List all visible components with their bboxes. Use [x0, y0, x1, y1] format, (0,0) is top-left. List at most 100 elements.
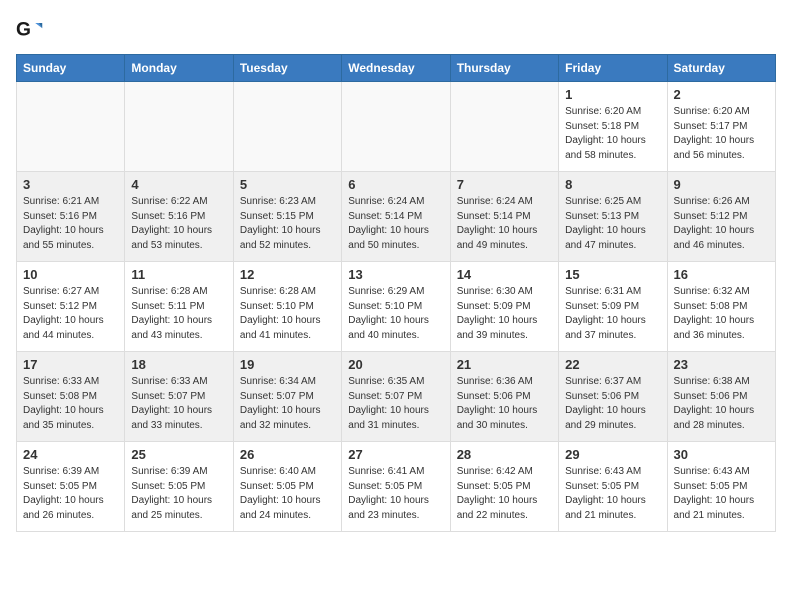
page-header: G	[16, 16, 776, 44]
calendar-cell	[450, 82, 558, 172]
calendar-cell: 22Sunrise: 6:37 AM Sunset: 5:06 PM Dayli…	[559, 352, 667, 442]
day-number: 27	[348, 447, 443, 462]
day-info: Sunrise: 6:24 AM Sunset: 5:14 PM Dayligh…	[348, 195, 443, 253]
calendar-week-3: 10 Sunrise: 6:27 AM Sunset: 5:12 PM Dayli…	[17, 262, 776, 352]
day-info: Sunrise: 6:21 AM Sunset: 5:16 PM Dayligh…	[23, 195, 118, 253]
day-number: 6	[348, 177, 443, 192]
calendar-cell: 17 Sunrise: 6:33 AM Sunset: 5:08 PM Dayli…	[17, 352, 125, 442]
calendar-cell: 5 Sunrise: 6:23 AM Sunset: 5:15 PM Daylig…	[233, 172, 341, 262]
calendar-cell: 10 Sunrise: 6:27 AM Sunset: 5:12 PM Dayli…	[17, 262, 125, 352]
day-info: Sunrise: 6:35 AM Sunset: 5:07 PM Dayligh…	[348, 375, 443, 433]
day-info: Sunrise: 6:28 AM Sunset: 5:10 PM Dayligh…	[240, 285, 335, 343]
day-info: Sunrise: 6:40 AM Sunset: 5:05 PM Dayligh…	[240, 465, 335, 523]
calendar-cell: 3Sunrise: 6:21 AM Sunset: 5:16 PM Daylig…	[17, 172, 125, 262]
day-number: 23	[674, 357, 769, 372]
day-info: Sunrise: 6:26 AM Sunset: 5:12 PM Dayligh…	[674, 195, 769, 253]
calendar-cell: 6 Sunrise: 6:24 AM Sunset: 5:14 PM Daylig…	[342, 172, 450, 262]
calendar-cell: 14 Sunrise: 6:30 AM Sunset: 5:09 PM Dayli…	[450, 262, 558, 352]
day-number: 5	[240, 177, 335, 192]
calendar-cell: 18 Sunrise: 6:33 AM Sunset: 5:07 PM Dayli…	[125, 352, 233, 442]
day-info: Sunrise: 6:43 AM Sunset: 5:05 PM Dayligh…	[565, 465, 660, 523]
weekday-header-friday: Friday	[559, 55, 667, 82]
weekday-header-monday: Monday	[125, 55, 233, 82]
day-info: Sunrise: 6:24 AM Sunset: 5:14 PM Dayligh…	[457, 195, 552, 253]
day-info: Sunrise: 6:31 AM Sunset: 5:09 PM Dayligh…	[565, 285, 660, 343]
calendar-cell: 13 Sunrise: 6:29 AM Sunset: 5:10 PM Dayli…	[342, 262, 450, 352]
day-info: Sunrise: 6:29 AM Sunset: 5:10 PM Dayligh…	[348, 285, 443, 343]
weekday-header-row: SundayMondayTuesdayWednesdayThursdayFrid…	[17, 55, 776, 82]
day-number: 19	[240, 357, 335, 372]
calendar-cell: 20 Sunrise: 6:35 AM Sunset: 5:07 PM Dayli…	[342, 352, 450, 442]
day-info: Sunrise: 6:34 AM Sunset: 5:07 PM Dayligh…	[240, 375, 335, 433]
day-number: 30	[674, 447, 769, 462]
day-number: 1	[565, 87, 660, 102]
day-info: Sunrise: 6:20 AM Sunset: 5:17 PM Dayligh…	[674, 105, 769, 163]
day-info: Sunrise: 6:33 AM Sunset: 5:08 PM Dayligh…	[23, 375, 118, 433]
day-number: 24	[23, 447, 118, 462]
day-number: 18	[131, 357, 226, 372]
day-number: 17	[23, 357, 118, 372]
calendar-cell: 27 Sunrise: 6:41 AM Sunset: 5:05 PM Dayli…	[342, 442, 450, 532]
calendar-cell	[342, 82, 450, 172]
day-number: 10	[23, 267, 118, 282]
logo: G	[16, 16, 48, 44]
calendar-week-2: 3Sunrise: 6:21 AM Sunset: 5:16 PM Daylig…	[17, 172, 776, 262]
weekday-header-thursday: Thursday	[450, 55, 558, 82]
day-number: 7	[457, 177, 552, 192]
day-info: Sunrise: 6:30 AM Sunset: 5:09 PM Dayligh…	[457, 285, 552, 343]
calendar-cell	[125, 82, 233, 172]
day-number: 13	[348, 267, 443, 282]
logo-icon: G	[16, 16, 44, 44]
calendar-cell: 15Sunrise: 6:31 AM Sunset: 5:09 PM Dayli…	[559, 262, 667, 352]
day-info: Sunrise: 6:36 AM Sunset: 5:06 PM Dayligh…	[457, 375, 552, 433]
calendar-cell: 12 Sunrise: 6:28 AM Sunset: 5:10 PM Dayli…	[233, 262, 341, 352]
day-info: Sunrise: 6:32 AM Sunset: 5:08 PM Dayligh…	[674, 285, 769, 343]
day-number: 29	[565, 447, 660, 462]
calendar-cell: 2Sunrise: 6:20 AM Sunset: 5:17 PM Daylig…	[667, 82, 775, 172]
calendar-cell: 29 Sunrise: 6:43 AM Sunset: 5:05 PM Dayli…	[559, 442, 667, 532]
calendar-cell: 4Sunrise: 6:22 AM Sunset: 5:16 PM Daylig…	[125, 172, 233, 262]
day-number: 20	[348, 357, 443, 372]
day-info: Sunrise: 6:33 AM Sunset: 5:07 PM Dayligh…	[131, 375, 226, 433]
day-info: Sunrise: 6:39 AM Sunset: 5:05 PM Dayligh…	[131, 465, 226, 523]
calendar-cell: 1 Sunrise: 6:20 AM Sunset: 5:18 PM Daylig…	[559, 82, 667, 172]
calendar-table: SundayMondayTuesdayWednesdayThursdayFrid…	[16, 54, 776, 532]
calendar-week-5: 24 Sunrise: 6:39 AM Sunset: 5:05 PM Dayli…	[17, 442, 776, 532]
calendar-cell: 30 Sunrise: 6:43 AM Sunset: 5:05 PM Dayli…	[667, 442, 775, 532]
calendar-week-1: 1 Sunrise: 6:20 AM Sunset: 5:18 PM Daylig…	[17, 82, 776, 172]
weekday-header-tuesday: Tuesday	[233, 55, 341, 82]
day-number: 26	[240, 447, 335, 462]
day-info: Sunrise: 6:39 AM Sunset: 5:05 PM Dayligh…	[23, 465, 118, 523]
calendar-cell: 7 Sunrise: 6:24 AM Sunset: 5:14 PM Daylig…	[450, 172, 558, 262]
day-info: Sunrise: 6:42 AM Sunset: 5:05 PM Dayligh…	[457, 465, 552, 523]
day-number: 16	[674, 267, 769, 282]
calendar-cell	[17, 82, 125, 172]
day-info: Sunrise: 6:41 AM Sunset: 5:05 PM Dayligh…	[348, 465, 443, 523]
calendar-cell: 24 Sunrise: 6:39 AM Sunset: 5:05 PM Dayli…	[17, 442, 125, 532]
svg-text:G: G	[16, 19, 31, 40]
day-info: Sunrise: 6:20 AM Sunset: 5:18 PM Dayligh…	[565, 105, 660, 163]
day-info: Sunrise: 6:38 AM Sunset: 5:06 PM Dayligh…	[674, 375, 769, 433]
weekday-header-sunday: Sunday	[17, 55, 125, 82]
day-number: 22	[565, 357, 660, 372]
calendar-cell: 9Sunrise: 6:26 AM Sunset: 5:12 PM Daylig…	[667, 172, 775, 262]
day-info: Sunrise: 6:27 AM Sunset: 5:12 PM Dayligh…	[23, 285, 118, 343]
day-number: 11	[131, 267, 226, 282]
calendar-week-4: 17 Sunrise: 6:33 AM Sunset: 5:08 PM Dayli…	[17, 352, 776, 442]
calendar-cell: 25 Sunrise: 6:39 AM Sunset: 5:05 PM Dayli…	[125, 442, 233, 532]
weekday-header-saturday: Saturday	[667, 55, 775, 82]
day-info: Sunrise: 6:28 AM Sunset: 5:11 PM Dayligh…	[131, 285, 226, 343]
day-number: 28	[457, 447, 552, 462]
calendar-cell: 8 Sunrise: 6:25 AM Sunset: 5:13 PM Daylig…	[559, 172, 667, 262]
day-number: 8	[565, 177, 660, 192]
day-number: 12	[240, 267, 335, 282]
day-number: 14	[457, 267, 552, 282]
calendar-cell: 28 Sunrise: 6:42 AM Sunset: 5:05 PM Dayli…	[450, 442, 558, 532]
day-info: Sunrise: 6:22 AM Sunset: 5:16 PM Dayligh…	[131, 195, 226, 253]
calendar-cell: 11 Sunrise: 6:28 AM Sunset: 5:11 PM Dayli…	[125, 262, 233, 352]
day-info: Sunrise: 6:43 AM Sunset: 5:05 PM Dayligh…	[674, 465, 769, 523]
day-info: Sunrise: 6:25 AM Sunset: 5:13 PM Dayligh…	[565, 195, 660, 253]
day-number: 25	[131, 447, 226, 462]
day-info: Sunrise: 6:23 AM Sunset: 5:15 PM Dayligh…	[240, 195, 335, 253]
calendar-cell: 21Sunrise: 6:36 AM Sunset: 5:06 PM Dayli…	[450, 352, 558, 442]
